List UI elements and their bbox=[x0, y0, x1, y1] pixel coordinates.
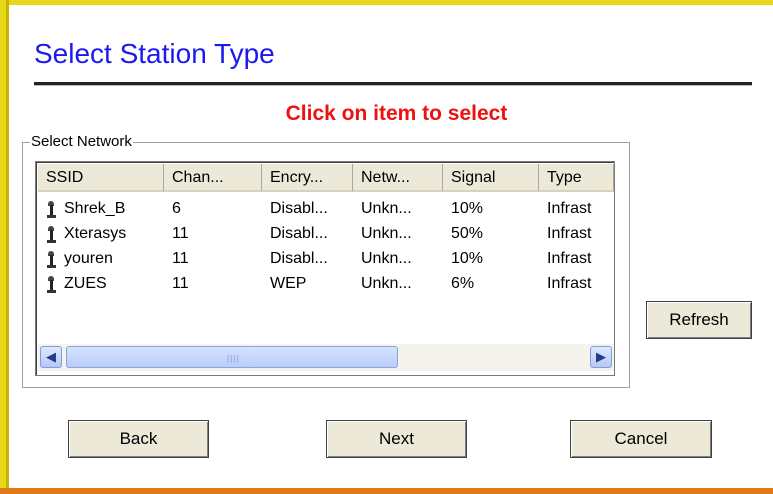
signal-cell: 10% bbox=[451, 250, 484, 267]
grip-icon: |||| bbox=[227, 354, 240, 363]
table-row[interactable]: Shrek_B 6 Disabl... Unkn... 10% Infrast bbox=[38, 196, 614, 221]
next-button[interactable]: Next bbox=[326, 420, 467, 458]
channel-cell: 11 bbox=[172, 225, 189, 242]
channel-cell: 11 bbox=[172, 275, 189, 292]
encryption-cell: Disabl... bbox=[270, 200, 328, 217]
select-network-label: Select Network bbox=[30, 133, 133, 150]
network-list-header: SSID Chan... Encry... Netw... Signal Typ… bbox=[38, 164, 614, 192]
network-list[interactable]: SSID Chan... Encry... Netw... Signal Typ… bbox=[35, 161, 615, 376]
title-divider-shadow bbox=[34, 85, 752, 86]
antenna-icon bbox=[44, 225, 58, 243]
column-header-network[interactable]: Netw... bbox=[353, 164, 443, 192]
column-header-ssid[interactable]: SSID bbox=[38, 164, 164, 192]
network-cell: Unkn... bbox=[361, 200, 412, 217]
type-cell: Infrast bbox=[547, 275, 592, 292]
network-cell: Unkn... bbox=[361, 225, 412, 242]
encryption-cell: WEP bbox=[270, 275, 307, 292]
column-header-type[interactable]: Type bbox=[539, 164, 614, 192]
refresh-button[interactable]: Refresh bbox=[646, 301, 752, 339]
instruction-text: Click on item to select bbox=[285, 102, 508, 125]
frame-bottom-border bbox=[0, 488, 773, 494]
table-row[interactable]: youren 11 Disabl... Unkn... 10% Infrast bbox=[38, 246, 614, 271]
horizontal-scrollbar[interactable]: ◀ |||| ▶ bbox=[38, 344, 614, 371]
antenna-icon bbox=[44, 200, 58, 218]
column-header-encryption[interactable]: Encry... bbox=[262, 164, 353, 192]
signal-cell: 10% bbox=[451, 200, 484, 217]
encryption-cell: Disabl... bbox=[270, 225, 328, 242]
scroll-right-button[interactable]: ▶ bbox=[590, 346, 612, 368]
page-title: Select Station Type bbox=[34, 38, 275, 69]
ssid-cell: Xterasys bbox=[64, 225, 127, 242]
signal-cell: 6% bbox=[451, 275, 475, 292]
network-cell: Unkn... bbox=[361, 250, 412, 267]
ssid-cell: Shrek_B bbox=[64, 200, 126, 217]
column-header-signal[interactable]: Signal bbox=[443, 164, 539, 192]
frame-left-border-inner bbox=[6, 0, 9, 494]
channel-cell: 6 bbox=[172, 200, 181, 217]
antenna-icon bbox=[44, 275, 58, 293]
type-cell: Infrast bbox=[547, 200, 592, 217]
type-cell: Infrast bbox=[547, 250, 592, 267]
back-button[interactable]: Back bbox=[68, 420, 209, 458]
antenna-icon bbox=[44, 250, 58, 268]
type-cell: Infrast bbox=[547, 225, 592, 242]
network-rows: Shrek_B 6 Disabl... Unkn... 10% Infrast … bbox=[38, 196, 614, 296]
table-row[interactable]: Xterasys 11 Disabl... Unkn... 50% Infras… bbox=[38, 221, 614, 246]
encryption-cell: Disabl... bbox=[270, 250, 328, 267]
cancel-button[interactable]: Cancel bbox=[570, 420, 712, 458]
ssid-cell: youren bbox=[64, 250, 113, 267]
column-header-channel[interactable]: Chan... bbox=[164, 164, 262, 192]
table-row[interactable]: ZUES 11 WEP Unkn... 6% Infrast bbox=[38, 271, 614, 296]
channel-cell: 11 bbox=[172, 250, 189, 267]
scroll-left-button[interactable]: ◀ bbox=[40, 346, 62, 368]
scroll-thumb[interactable]: |||| bbox=[66, 346, 398, 368]
network-cell: Unkn... bbox=[361, 275, 412, 292]
signal-cell: 50% bbox=[451, 225, 484, 242]
ssid-cell: ZUES bbox=[64, 275, 107, 292]
frame-top-border bbox=[0, 0, 773, 5]
